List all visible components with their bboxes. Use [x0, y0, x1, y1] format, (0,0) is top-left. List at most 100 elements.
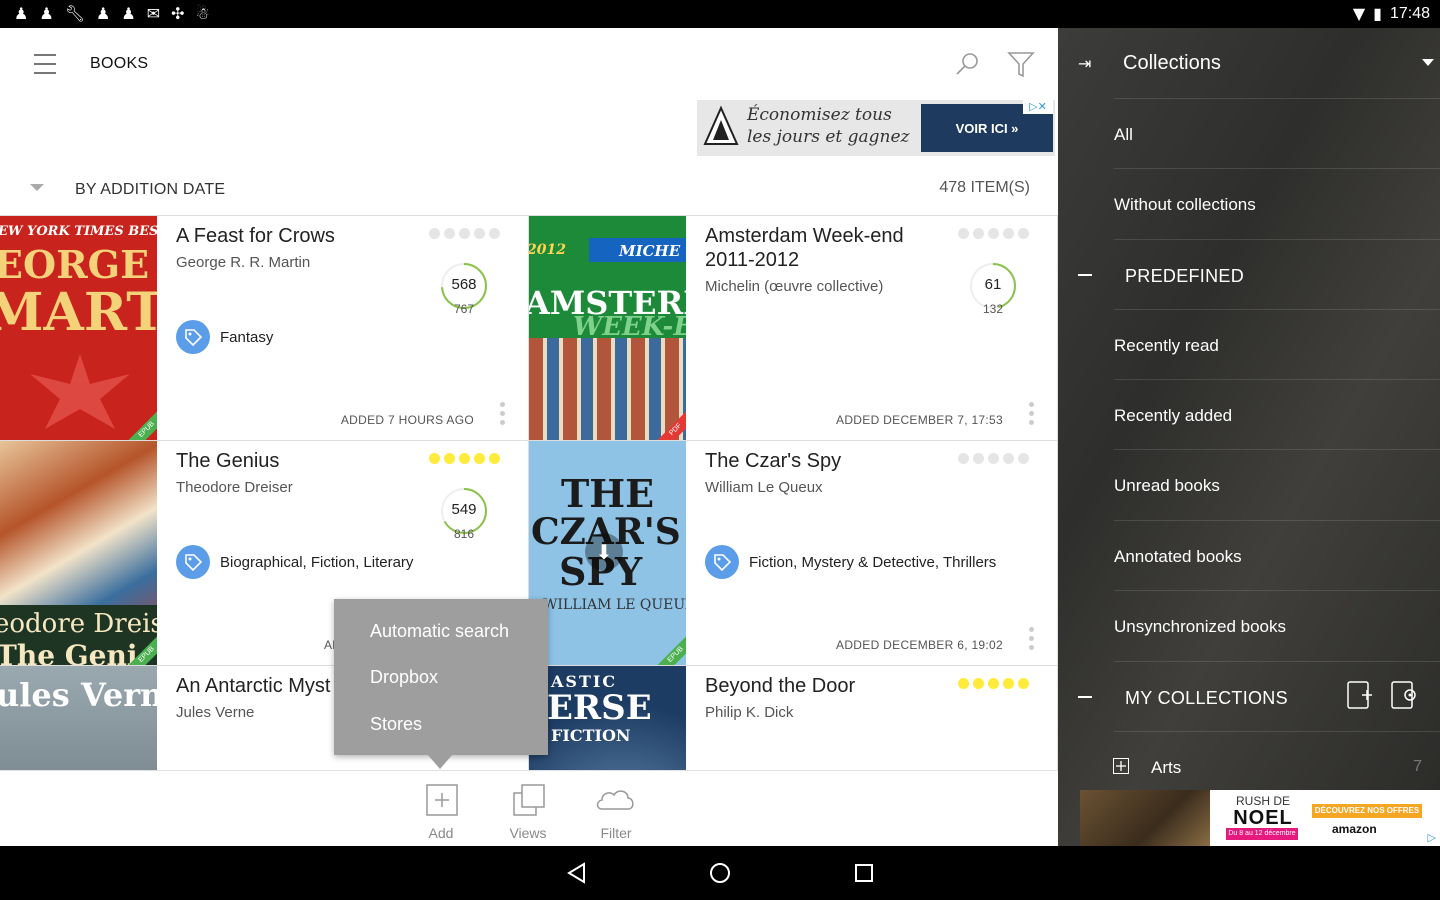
book-card[interactable]: THE CZAR'S SPY WILLIAM LE QUEUX ⬇ EPUB T…: [529, 441, 1058, 666]
rating-dots[interactable]: [958, 228, 1029, 239]
search-icon[interactable]: [953, 50, 981, 78]
book-cover[interactable]: ules Vern: [0, 666, 157, 771]
book-title: Amsterdam Week-end 2011-2012: [705, 225, 904, 271]
menu-item-dropbox[interactable]: Dropbox: [370, 667, 438, 688]
wifi-icon: ▼: [1352, 4, 1366, 23]
menu-item-stores[interactable]: Stores: [370, 714, 422, 735]
book-tags: Fiction, Mystery & Detective, Thrillers: [749, 554, 997, 571]
add-collection-icon[interactable]: [1346, 680, 1374, 710]
chess-pawn-icon: ♟: [39, 4, 54, 23]
status-bar: ♟ ♟ 🔧︎ ♟ ♟ ✉ ✣ ☃ ▼ ▮ 17:48: [0, 0, 1440, 28]
download-icon[interactable]: ⬇: [585, 533, 623, 571]
tag-icon: [176, 320, 210, 354]
reading-progress: 549 816: [440, 487, 488, 541]
main-panel: BOOKS Économisez tous les jours et gagne…: [0, 28, 1058, 846]
dropdown-icon[interactable]: [1422, 59, 1434, 66]
rating-dots[interactable]: [429, 453, 500, 464]
section-my-collections[interactable]: MY COLLECTIONS: [1078, 661, 1440, 731]
added-date: ADDED DECEMBER 6, 19:02: [836, 638, 1003, 652]
ad-banner-bottom[interactable]: RUSH DE NOEL Du 8 au 12 décembre DÉCOUVR…: [1080, 790, 1440, 846]
book-author: George R. R. Martin: [176, 254, 311, 271]
battery-icon: ▮: [1373, 4, 1382, 23]
add-label: Add: [428, 825, 454, 841]
section-predefined[interactable]: PREDEFINED: [1078, 239, 1440, 309]
tag-icon: [176, 545, 210, 579]
eagle-emblem: [30, 354, 130, 429]
collection-without[interactable]: Without collections: [1114, 168, 1440, 238]
views-icon: [513, 784, 545, 816]
book-cover[interactable]: EW YORK TIMES BESTSE EORGE R. MARTI EPUB: [0, 216, 157, 440]
cover-text: ules Vern: [0, 676, 157, 714]
cover-text: The Geni: [0, 639, 138, 665]
book-author: Jules Verne: [176, 704, 255, 721]
ad-photo: [1080, 790, 1210, 846]
more-options-icon[interactable]: [500, 402, 506, 430]
cover-text: eodore Dreis: [0, 609, 157, 639]
ad-text: Économisez tous les jours et gagnez: [747, 105, 910, 147]
rating-dots[interactable]: [958, 453, 1029, 464]
menu-item-automatic-search[interactable]: Automatic search: [370, 621, 509, 642]
ad-banner[interactable]: Économisez tous les jours et gagnez VOIR…: [697, 100, 1055, 156]
adchoices-icon[interactable]: ▷: [1428, 831, 1436, 844]
ad-text: RUSH DE: [1235, 794, 1290, 808]
book-title: A Feast for Crows: [176, 225, 335, 247]
rating-dots[interactable]: [429, 228, 500, 239]
sort-bar: BY ADDITION DATE 478 ITEM(S): [0, 166, 1058, 216]
item-count: 478 ITEM(S): [939, 179, 1030, 196]
menu-icon[interactable]: [34, 54, 56, 74]
tag-icon: [705, 545, 739, 579]
book-cover[interactable]: eodore Dreis The Geni EPUB: [0, 441, 157, 665]
sort-dropdown-icon[interactable]: [30, 184, 44, 191]
collapse-drawer-icon[interactable]: ⇥: [1078, 54, 1091, 73]
collection-count: 7: [1413, 758, 1422, 775]
chess-pawn-icon: ♟: [14, 4, 29, 23]
collapse-section-icon[interactable]: [1078, 274, 1092, 276]
clock: 17:48: [1389, 4, 1430, 22]
collection-recently-read[interactable]: Recently read: [1114, 309, 1440, 379]
android-icon: ☃: [195, 4, 210, 23]
recents-icon[interactable]: [851, 860, 877, 886]
navigation-bar: [0, 846, 1440, 900]
chess-pawn-icon: ♟: [96, 4, 111, 23]
brand-logo: [703, 105, 739, 145]
home-icon[interactable]: [707, 860, 733, 886]
book-cover[interactable]: ASTIC ERSE FICTION: [529, 666, 686, 771]
mail-icon: ✉: [146, 4, 161, 23]
filter-icon[interactable]: [1007, 50, 1035, 78]
bottom-toolbar: Add Views Filter: [0, 770, 1058, 846]
cover-text: 2012: [529, 242, 566, 258]
back-icon[interactable]: [564, 860, 590, 886]
collection-all[interactable]: All: [1114, 98, 1440, 168]
collection-recently-added[interactable]: Recently added: [1114, 379, 1440, 449]
cover-text: THE: [561, 471, 655, 516]
reading-progress: 568 767: [440, 262, 488, 316]
book-tags: Fantasy: [220, 329, 274, 346]
collapse-section-icon[interactable]: [1078, 696, 1092, 698]
book-author: William Le Queux: [705, 479, 823, 496]
filter-button[interactable]: Filter: [576, 771, 656, 846]
add-button[interactable]: Add: [401, 771, 481, 846]
book-card[interactable]: EW YORK TIMES BESTSE EORGE R. MARTI EPUB…: [0, 216, 529, 441]
views-button[interactable]: Views: [488, 771, 568, 846]
pages-total: 132: [982, 302, 1004, 316]
chess-pawn-icon: ♟: [121, 4, 136, 23]
book-cover[interactable]: THE CZAR'S SPY WILLIAM LE QUEUX ⬇ EPUB: [529, 441, 686, 665]
collection-settings-icon[interactable]: [1390, 680, 1418, 710]
collection-unsynchronized[interactable]: Unsynchronized books: [1114, 590, 1440, 660]
book-card[interactable]: ASTIC ERSE FICTION Beyond the Door Phili…: [529, 666, 1058, 771]
more-options-icon[interactable]: [1029, 627, 1035, 655]
more-options-icon[interactable]: [1029, 402, 1035, 430]
added-date: ADDED 7 HOURS AGO: [340, 413, 474, 427]
ad-dates: Du 8 au 12 décembre: [1226, 828, 1298, 840]
rating-dots[interactable]: [958, 678, 1029, 689]
ad-cta-button[interactable]: DÉCOUVREZ NOS OFFRES: [1312, 804, 1422, 818]
sort-label[interactable]: BY ADDITION DATE: [75, 181, 225, 199]
collection-annotated[interactable]: Annotated books: [1114, 520, 1440, 590]
expand-icon[interactable]: [1113, 758, 1129, 774]
added-date: ADDED DECEMBER 7, 17:53: [836, 413, 1003, 427]
collection-unread[interactable]: Unread books: [1114, 449, 1440, 519]
book-cover[interactable]: 2012 MICHE AMSTERDA WEEK-EI PDF: [529, 216, 686, 440]
ad-close-icon[interactable]: ▷✕: [1023, 100, 1053, 114]
book-card[interactable]: 2012 MICHE AMSTERDA WEEK-EI PDF Amsterda…: [529, 216, 1058, 441]
popup-pointer: [428, 755, 452, 769]
